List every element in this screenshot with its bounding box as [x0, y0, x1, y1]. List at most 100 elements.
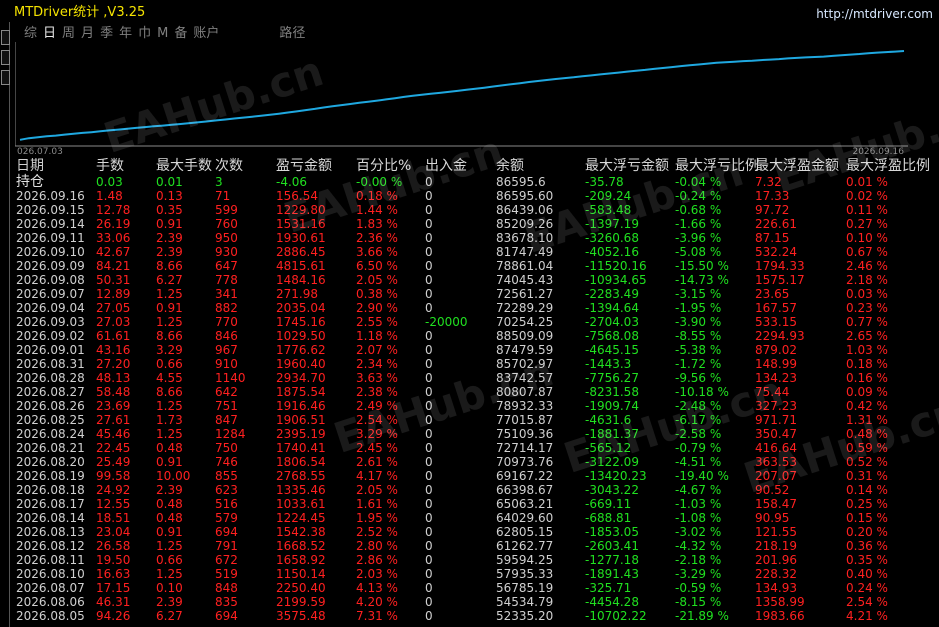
- table-row[interactable]: 2026.09.09 84.21 8.66 647 4815.61 6.50 % 0 7886…: [16, 259, 939, 273]
- cell-max-float-loss: -10934.65: [585, 273, 647, 287]
- table-row[interactable]: 2026.08.26 23.69 1.25 751 1916.46 2.49 % 0 7893…: [16, 399, 939, 413]
- table-row[interactable]: 2026.08.21 22.45 0.48 750 1740.41 2.45 % 0 7271…: [16, 441, 939, 455]
- tab-quarterly[interactable]: 季: [100, 25, 113, 43]
- table-row[interactable]: 2026.09.02 61.61 8.66 846 1029.50 1.18 % 0 8850…: [16, 329, 939, 343]
- cell-max-float-profit: 148.99: [755, 357, 797, 371]
- cell-balance: 54534.79: [496, 595, 554, 609]
- table-row[interactable]: 2026.08.05 94.26 6.27 694 3575.48 7.31 % 0 5233…: [16, 609, 939, 623]
- col-header-max-lots[interactable]: 最大手数: [156, 158, 212, 175]
- tab-daily[interactable]: 日: [43, 25, 56, 43]
- cell-max-float-profit: 350.47: [755, 427, 797, 441]
- cell-max-float-profit: 201.96: [755, 553, 797, 567]
- tab-symbol[interactable]: 巾: [138, 25, 151, 43]
- cell-balance: 85702.97: [496, 357, 554, 371]
- table-row[interactable]: 2026.08.27 58.48 8.66 642 1875.54 2.38 % 0 8080…: [16, 385, 939, 399]
- tab-weekly[interactable]: 周: [62, 25, 75, 43]
- col-header-date[interactable]: 日期: [16, 158, 44, 175]
- tab-monthly[interactable]: 月: [81, 25, 94, 43]
- cell-percent: 2.86 %: [356, 553, 398, 567]
- cell-count: 930: [215, 245, 238, 259]
- table-row[interactable]: 2026.08.14 18.51 0.48 579 1224.45 1.95 % 0 6402…: [16, 511, 939, 525]
- cell-max-lots: 2.39: [156, 483, 183, 497]
- table-row[interactable]: 2026.09.04 27.05 0.91 882 2035.04 2.90 % 0 7228…: [16, 301, 939, 315]
- table-row[interactable]: 2026.08.06 46.31 2.39 835 2199.59 4.20 % 0 5453…: [16, 595, 939, 609]
- site-url-link[interactable]: http://mtdriver.com: [816, 6, 933, 22]
- table-row[interactable]: 2026.08.12 26.58 1.25 791 1668.52 2.80 % 0 6126…: [16, 539, 939, 553]
- col-header-count[interactable]: 次数: [215, 158, 243, 175]
- col-header-deposit[interactable]: 出入金: [425, 158, 467, 175]
- cell-max-lots: 6.27: [156, 609, 183, 623]
- cell-max-float-profit: 134.93: [755, 581, 797, 595]
- table-row[interactable]: 2026.08.24 45.46 1.25 1284 2395.19 3.29 % 0 751…: [16, 427, 939, 441]
- table-row[interactable]: 2026.09.14 26.19 0.91 760 1531.16 1.83 % 0 8520…: [16, 217, 939, 231]
- cell-date: 2026.08.11: [16, 553, 85, 567]
- col-header-max-float-profit-pct[interactable]: 最大浮盈比例: [846, 158, 930, 175]
- cell-max-float-profit-pct: 0.27 %: [846, 217, 888, 231]
- cell-max-float-profit: 23.65: [755, 287, 790, 301]
- period-tabs: 综 日 周 月 季 年 巾 M 备 账户 路径: [24, 25, 311, 43]
- table-row[interactable]: 2026.08.17 12.55 0.48 516 1033.61 1.61 % 0 6506…: [16, 497, 939, 511]
- left-tool-button[interactable]: [1, 50, 10, 65]
- cell-max-lots: 1.25: [156, 427, 183, 441]
- cell-max-float-loss: -1881.37: [585, 427, 639, 441]
- tab-account[interactable]: 账户: [193, 25, 219, 43]
- holding-lots: 0.03: [96, 175, 123, 189]
- cell-max-float-profit: 1794.33: [755, 259, 805, 273]
- table-row[interactable]: 2026.08.20 25.49 0.91 746 1806.54 2.61 % 0 7097…: [16, 455, 939, 469]
- cell-deposit: 0: [425, 189, 433, 203]
- tab-magic[interactable]: M: [157, 25, 168, 43]
- col-header-max-float-loss-pct[interactable]: 最大浮亏比例: [675, 158, 759, 175]
- left-tool-button[interactable]: [1, 30, 10, 45]
- table-row[interactable]: 2026.08.31 27.20 0.66 910 1960.40 2.34 % 0 8570…: [16, 357, 939, 371]
- table-row[interactable]: 2026.08.18 24.92 2.39 623 1335.46 2.05 % 0 6639…: [16, 483, 939, 497]
- tab-yearly[interactable]: 年: [119, 25, 132, 43]
- table-row[interactable]: 2026.09.08 50.31 6.27 778 1484.16 2.05 % 0 7404…: [16, 273, 939, 287]
- cell-lots: 45.46: [96, 427, 131, 441]
- cell-date: 2026.08.05: [16, 609, 85, 623]
- cell-deposit: 0: [425, 441, 433, 455]
- table-row[interactable]: 2026.08.13 23.04 0.91 694 1542.38 2.52 % 0 6280…: [16, 525, 939, 539]
- table-row[interactable]: 2026.09.01 43.16 3.29 967 1776.62 2.07 % 0 8747…: [16, 343, 939, 357]
- cell-max-float-loss: -8231.58: [585, 385, 639, 399]
- col-header-profit[interactable]: 盈亏金额: [276, 158, 332, 175]
- cell-count: 642: [215, 385, 238, 399]
- cell-percent: 2.61 %: [356, 455, 398, 469]
- table-row[interactable]: 2026.09.16 1.48 0.13 71 156.54 0.18 % 0 86595.6…: [16, 189, 939, 203]
- cell-max-float-loss-pct: -0.59 %: [675, 581, 722, 595]
- table-row[interactable]: 2026.09.07 12.89 1.25 341 271.98 0.38 % 0 72561…: [16, 287, 939, 301]
- cell-max-lots: 1.25: [156, 539, 183, 553]
- cell-lots: 16.63: [96, 567, 131, 581]
- cell-max-float-profit: 90.52: [755, 483, 790, 497]
- col-header-max-float-profit[interactable]: 最大浮盈金额: [755, 158, 839, 175]
- cell-max-float-profit-pct: 2.65 %: [846, 329, 888, 343]
- tab-summary[interactable]: 综: [24, 25, 37, 43]
- table-row[interactable]: 2026.09.10 42.67 2.39 930 2886.45 3.66 % 0 8174…: [16, 245, 939, 259]
- holding-row[interactable]: 持仓 0.03 0.01 3 -4.06 -0.00 % 0 86595.6 -…: [16, 175, 939, 189]
- cell-percent: 3.29 %: [356, 427, 398, 441]
- col-header-balance[interactable]: 余额: [496, 158, 524, 175]
- cell-percent: 0.18 %: [356, 189, 398, 203]
- cell-max-float-loss: -1397.19: [585, 217, 639, 231]
- table-row[interactable]: 2026.09.11 33.06 2.39 950 1930.61 2.36 % 0 8367…: [16, 231, 939, 245]
- cell-profit: 2934.70: [276, 371, 326, 385]
- col-header-lots[interactable]: 手数: [96, 158, 124, 175]
- left-tool-button[interactable]: [1, 70, 10, 85]
- table-row[interactable]: 2026.09.15 12.78 0.35 599 1229.80 1.44 % 0 8643…: [16, 203, 939, 217]
- table-row[interactable]: 2026.08.25 27.61 1.73 847 1906.51 2.54 % 0 7701…: [16, 413, 939, 427]
- tab-path[interactable]: 路径: [279, 25, 305, 43]
- table-row[interactable]: 2026.09.03 27.03 1.25 770 1745.16 2.55 % -2000…: [16, 315, 939, 329]
- table-row[interactable]: 2026.08.28 48.13 4.55 1140 2934.70 3.63 % 0 837…: [16, 371, 939, 385]
- cell-max-float-loss-pct: -0.68 %: [675, 203, 722, 217]
- cell-max-float-loss: -688.81: [585, 511, 632, 525]
- cell-lots: 99.58: [96, 469, 131, 483]
- table-row[interactable]: 2026.08.07 17.15 0.10 848 2250.40 4.13 % 0 5678…: [16, 581, 939, 595]
- table-row[interactable]: 2026.08.11 19.50 0.66 672 1658.92 2.86 % 0 5959…: [16, 553, 939, 567]
- cell-balance: 75109.36: [496, 427, 554, 441]
- table-row[interactable]: 2026.08.19 99.58 10.00 855 2768.55 4.17 % 0 691…: [16, 469, 939, 483]
- cell-max-float-loss: -565.12: [585, 441, 632, 455]
- tab-note[interactable]: 备: [174, 25, 187, 43]
- table-row[interactable]: 2026.08.10 16.63 1.25 519 1150.14 2.03 % 0 5793…: [16, 567, 939, 581]
- col-header-percent[interactable]: 百分比%: [356, 158, 411, 175]
- cell-max-float-profit: 532.24: [755, 245, 797, 259]
- col-header-max-float-loss[interactable]: 最大浮亏金额: [585, 158, 669, 175]
